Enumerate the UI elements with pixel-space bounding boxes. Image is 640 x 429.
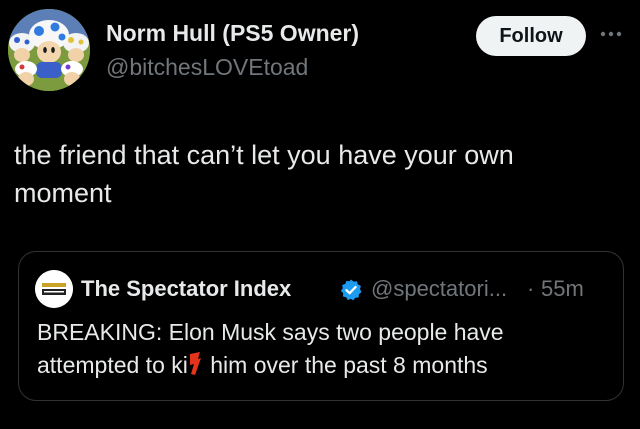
author-avatar[interactable] (8, 9, 90, 91)
more-options-button[interactable] (596, 22, 626, 46)
quote-timestamp[interactable]: 55m (541, 276, 584, 302)
quote-text-after: him over the past 8 months (203, 352, 488, 378)
quote-separator: · (527, 276, 535, 301)
quote-author-name[interactable]: The Spectator Index (81, 276, 291, 302)
quote-text: BREAKING: Elon Musk says two people have… (37, 316, 607, 382)
verified-badge-icon (339, 278, 363, 302)
spectator-index-logo-icon (35, 270, 73, 308)
more-horizontal-icon (600, 31, 622, 37)
quote-author-avatar[interactable] (35, 270, 73, 308)
toad-group-avatar-icon (8, 9, 90, 91)
tweet: Norm Hull (PS5 Owner) @bitchesLOVEtoad F… (0, 0, 640, 429)
red-scribble-icon (188, 351, 202, 377)
post-text: the friend that can’t let you have your … (14, 140, 514, 208)
author-display-name[interactable]: Norm Hull (PS5 Owner) (106, 20, 359, 47)
follow-button[interactable]: Follow (476, 16, 586, 56)
quote-author-handle[interactable]: @spectatori... (371, 276, 507, 302)
author-handle[interactable]: @bitchesLOVEtoad (106, 54, 308, 81)
quoted-tweet[interactable]: The Spectator Index @spectatori... · 55m… (18, 251, 624, 401)
